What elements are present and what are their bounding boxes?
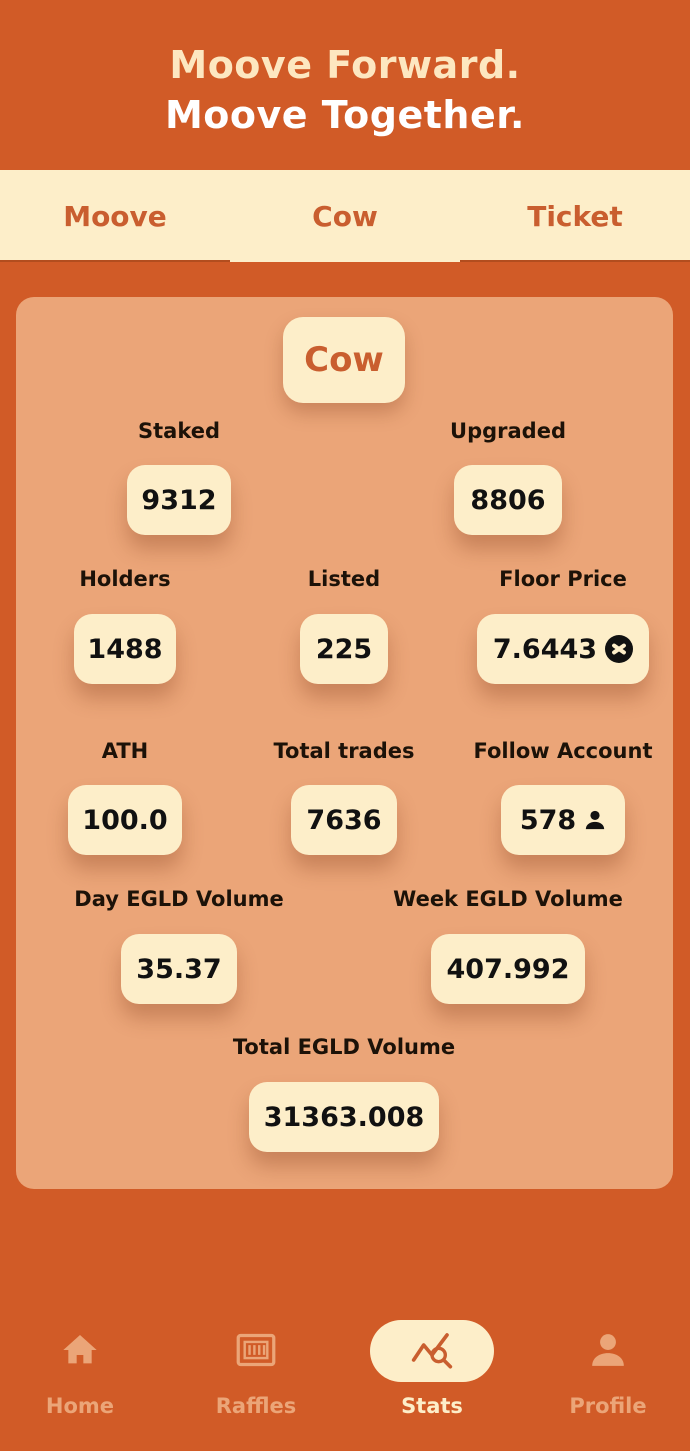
ath-value: 100.0 (68, 785, 182, 855)
nav-home[interactable]: Home (10, 1310, 150, 1430)
total-trades-label: Total trades (273, 739, 415, 763)
bottom-nav: Home Raffles Stats Profile (0, 1310, 690, 1430)
card-title: Cow (283, 317, 405, 403)
tab-divider-right (460, 260, 690, 262)
tab-cow[interactable]: Cow (230, 170, 460, 262)
staked-value: 9312 (127, 465, 231, 535)
upgraded-label: Upgraded (450, 419, 566, 443)
ticket-icon (236, 1333, 276, 1367)
tab-ticket[interactable]: Ticket (460, 170, 690, 262)
stats-icon (411, 1333, 453, 1369)
nav-home-label: Home (45, 1394, 115, 1418)
nav-raffles-label: Raffles (215, 1394, 297, 1418)
ath-label: ATH (101, 739, 149, 763)
total-trades-value: 7636 (291, 785, 397, 855)
holders-label: Holders (79, 567, 171, 591)
egld-icon (605, 635, 634, 663)
person-icon (586, 810, 605, 830)
floor-price-number: 7.6443 (492, 633, 598, 665)
upgraded-value: 8806 (454, 465, 562, 535)
tab-divider-left (0, 260, 230, 262)
tab-moove[interactable]: Moove (0, 170, 230, 262)
day-volume-label: Day EGLD Volume (74, 887, 284, 911)
header-title-line1: Moove Forward. (169, 43, 521, 87)
week-volume-label: Week EGLD Volume (393, 887, 623, 911)
holders-value: 1488 (74, 614, 176, 684)
week-volume-value: 407.992 (431, 934, 585, 1004)
header-title-line2: Moove Together. (164, 93, 525, 137)
nav-profile-label: Profile (569, 1394, 647, 1418)
follow-account-button[interactable]: 578 (501, 785, 625, 855)
floor-price-value: 7.6443 (477, 614, 649, 684)
day-volume-value: 35.37 (121, 934, 237, 1004)
listed-label: Listed (307, 567, 381, 591)
listed-value: 225 (300, 614, 388, 684)
nav-profile[interactable]: Profile (538, 1310, 678, 1430)
stats-card: Cow Staked 9312 Upgraded 8806 Holders 14… (16, 297, 673, 1189)
follow-account-number: 578 (519, 804, 577, 836)
nav-raffles[interactable]: Raffles (186, 1310, 326, 1430)
app-root: Moove Forward. Moove Together. Moove Cow… (0, 0, 690, 1451)
home-icon (63, 1335, 97, 1364)
header: Moove Forward. Moove Together. (0, 40, 690, 140)
total-volume-value: 31363.008 (249, 1082, 439, 1152)
nav-stats[interactable]: Stats (362, 1310, 502, 1430)
profile-icon (592, 1334, 624, 1366)
tab-bar: Moove Cow Ticket (0, 170, 690, 262)
staked-label: Staked (137, 419, 221, 443)
nav-stats-label: Stats (401, 1394, 463, 1418)
total-volume-label: Total EGLD Volume (232, 1035, 456, 1059)
follow-account-label: Follow Account (473, 739, 653, 763)
floor-price-label: Floor Price (499, 567, 627, 591)
